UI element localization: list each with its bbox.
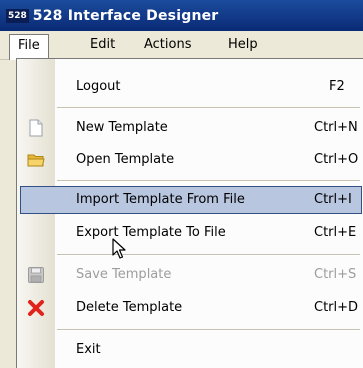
delete-x-icon: [28, 300, 44, 316]
open-folder-icon: [27, 154, 45, 167]
menu-item-import-template[interactable]: Import Template From File Ctrl+I: [20, 186, 362, 214]
menu-item-shortcut: Ctrl+S: [314, 267, 357, 282]
menu-item-label: Import Template From File: [76, 192, 245, 207]
menu-item-label: Open Template: [76, 152, 175, 167]
save-disk-icon: [28, 267, 44, 283]
menu-item-shortcut: Ctrl+O: [314, 152, 359, 167]
menu-bar: File Edit Actions Help: [0, 31, 363, 61]
menu-actions-label: Actions: [144, 37, 192, 52]
menu-item-new-template[interactable]: New Template Ctrl+N: [17, 115, 363, 141]
menu-item-shortcut: Ctrl+E: [314, 225, 357, 240]
menu-item-export-template[interactable]: Export Template To File Ctrl+E: [17, 220, 363, 246]
menu-item-label: Logout: [76, 79, 121, 94]
menu-help-label: Help: [228, 37, 258, 52]
menu-item-label: Export Template To File: [76, 225, 226, 240]
menu-actions[interactable]: Actions: [136, 34, 200, 56]
menu-item-label: Delete Template: [76, 300, 183, 315]
window-background: [0, 60, 16, 368]
menu-file-label: File: [18, 38, 40, 53]
menu-item-label: Exit: [76, 342, 101, 357]
menu-separator: [57, 329, 360, 331]
app-logo-icon: 528: [6, 8, 29, 23]
menu-separator: [57, 107, 360, 109]
menu-help[interactable]: Help: [220, 34, 266, 56]
menu-item-shortcut: Ctrl+I: [314, 192, 352, 207]
mouse-cursor-icon: [112, 238, 126, 259]
menu-edit[interactable]: Edit: [82, 34, 123, 56]
menu-item-shortcut: Ctrl+N: [314, 120, 358, 135]
menu-item-shortcut: F2: [329, 79, 345, 94]
menu-separator: [57, 254, 360, 256]
menu-item-shortcut: Ctrl+D: [314, 300, 359, 315]
window-title: 528 Interface Designer: [32, 7, 219, 24]
menu-item-label: New Template: [76, 120, 168, 135]
menu-item-label: Save Template: [76, 267, 172, 282]
menu-item-delete-template[interactable]: Delete Template Ctrl+D: [17, 295, 363, 321]
new-document-icon: [29, 119, 43, 137]
menu-item-save-template[interactable]: Save Template Ctrl+S: [17, 262, 363, 288]
menu-item-exit[interactable]: Exit: [17, 337, 363, 363]
menu-file[interactable]: File: [9, 34, 49, 61]
menu-separator: [57, 180, 360, 182]
menu-item-logout[interactable]: Logout F2: [17, 74, 363, 100]
title-bar[interactable]: 528 528 Interface Designer: [0, 0, 363, 31]
menu-item-open-template[interactable]: Open Template Ctrl+O: [17, 147, 363, 173]
file-menu-dropdown: Logout F2 New Template Ctrl+N Open Templ…: [16, 58, 363, 368]
menu-edit-label: Edit: [90, 37, 116, 52]
